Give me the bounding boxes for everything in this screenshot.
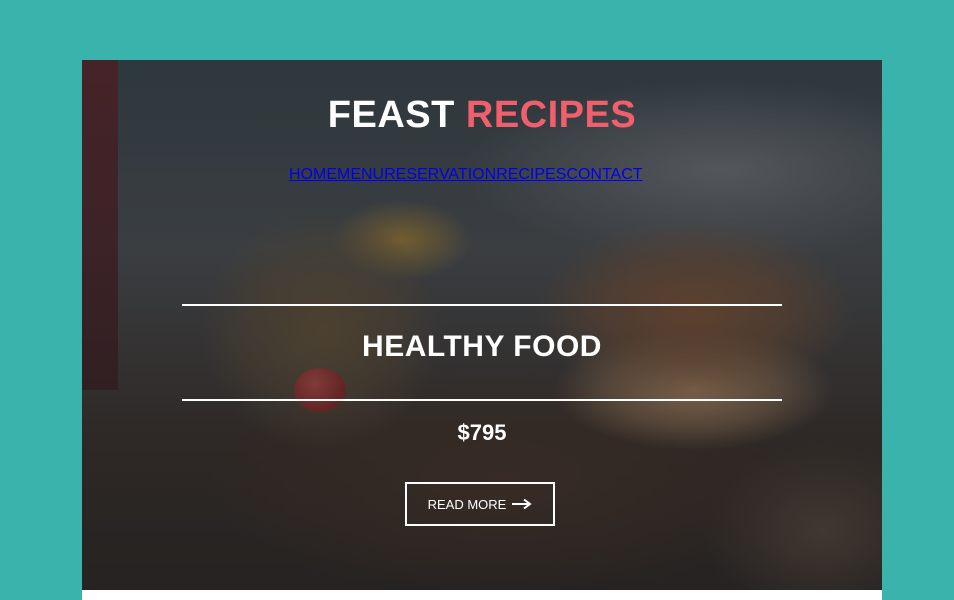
nav-item-recipes[interactable]: RECIPES xyxy=(496,166,566,184)
nav-item-menu[interactable]: MENU xyxy=(337,166,384,184)
site-logo[interactable]: FEAST RECIPES xyxy=(82,94,882,137)
content-strip xyxy=(82,590,882,600)
nav-item-home[interactable]: HOME xyxy=(289,166,337,184)
divider-bottom xyxy=(182,399,782,401)
nav-item-reservation[interactable]: RESERVATION xyxy=(384,166,496,184)
hero-banner: FEAST RECIPES HOME MENU RESERVATION RECI… xyxy=(82,60,882,600)
divider-top xyxy=(182,304,782,306)
nav-item-contact[interactable]: CONTACT xyxy=(566,166,642,184)
read-more-label: READ MORE xyxy=(427,496,507,512)
arrow-right-icon xyxy=(512,499,533,509)
main-nav: HOME MENU RESERVATION RECIPES CONTACT xyxy=(289,166,643,184)
hero-title: HEALTHY FOOD xyxy=(362,330,602,363)
read-more-button[interactable]: READ MORE xyxy=(405,482,555,526)
logo-word-feast: FEAST xyxy=(327,94,455,136)
hero-price: $795 xyxy=(457,420,507,445)
logo-word-recipes: RECIPES xyxy=(465,94,637,136)
